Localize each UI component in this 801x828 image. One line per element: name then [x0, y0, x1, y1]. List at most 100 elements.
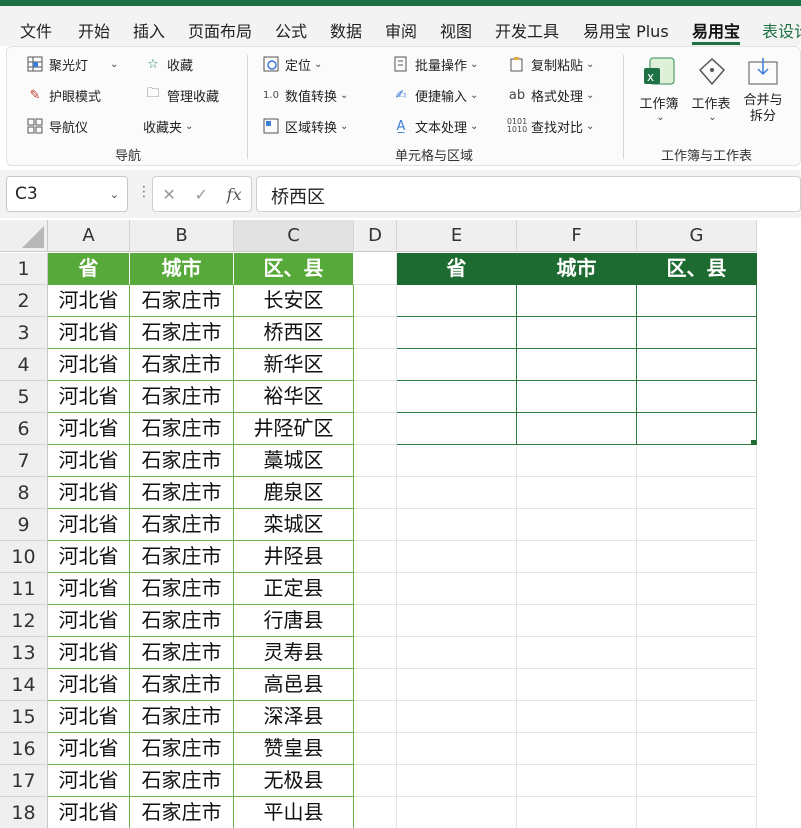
table2-cell[interactable]	[397, 349, 517, 381]
grid-cell[interactable]	[354, 349, 397, 381]
tab-insert[interactable]: 插入	[133, 18, 165, 42]
grid-cell[interactable]	[517, 509, 637, 541]
row-header[interactable]: 11	[0, 573, 48, 605]
row-header[interactable]: 9	[0, 509, 48, 541]
row-header[interactable]: 15	[0, 701, 48, 733]
grid-cell[interactable]	[354, 669, 397, 701]
grid-cell[interactable]	[354, 317, 397, 349]
grid-cell[interactable]	[517, 605, 637, 637]
table1-cell[interactable]: 行唐县	[234, 605, 354, 637]
grid-cell[interactable]	[354, 285, 397, 317]
table1-header-cell[interactable]: 城市	[130, 253, 234, 285]
column-header[interactable]: G	[637, 220, 757, 252]
grid-cell[interactable]	[354, 541, 397, 573]
column-header[interactable]: C	[234, 220, 354, 252]
tab-developer[interactable]: 开发工具	[495, 18, 559, 42]
table1-cell[interactable]: 石家庄市	[130, 573, 234, 605]
table2-header-cell[interactable]: 城市	[517, 253, 637, 285]
table2-cell[interactable]	[637, 349, 757, 381]
tab-home[interactable]: 开始	[78, 18, 110, 42]
row-header[interactable]: 17	[0, 765, 48, 797]
grid-cell[interactable]	[517, 733, 637, 765]
table1-cell[interactable]: 鹿泉区	[234, 477, 354, 509]
table2-cell[interactable]	[397, 317, 517, 349]
table1-cell[interactable]: 河北省	[48, 349, 130, 381]
table1-cell[interactable]: 赞皇县	[234, 733, 354, 765]
table2-cell[interactable]	[637, 413, 757, 445]
table2-cell[interactable]	[637, 317, 757, 349]
table1-cell[interactable]: 长安区	[234, 285, 354, 317]
grid-cell[interactable]	[354, 445, 397, 477]
table1-cell[interactable]: 桥西区	[234, 317, 354, 349]
column-header[interactable]: D	[354, 220, 397, 252]
grid-cell[interactable]	[397, 605, 517, 637]
table1-cell[interactable]: 石家庄市	[130, 797, 234, 828]
row-header[interactable]: 1	[0, 253, 48, 285]
table1-cell[interactable]: 石家庄市	[130, 541, 234, 573]
grid-cell[interactable]	[517, 541, 637, 573]
table1-cell[interactable]: 井陉县	[234, 541, 354, 573]
grid-cell[interactable]	[354, 797, 397, 828]
table2-cell[interactable]	[637, 381, 757, 413]
table1-cell[interactable]: 河北省	[48, 605, 130, 637]
grid-cell[interactable]	[517, 445, 637, 477]
formula-input[interactable]: 桥西区	[256, 176, 801, 212]
tab-data[interactable]: 数据	[330, 18, 362, 42]
manage-favorites-button[interactable]: 🗀 管理收藏	[143, 84, 219, 106]
tab-review[interactable]: 审阅	[385, 18, 417, 42]
grid-cell[interactable]	[637, 509, 757, 541]
range-convert-button[interactable]: 区域转换 ⌄	[261, 115, 348, 137]
table2-cell[interactable]	[637, 285, 757, 317]
table-resize-handle[interactable]	[751, 440, 756, 445]
tab-yiyongbao-plus[interactable]: 易用宝 Plus	[583, 18, 669, 42]
table1-cell[interactable]: 河北省	[48, 413, 130, 445]
table1-cell[interactable]: 井陉矿区	[234, 413, 354, 445]
grid-cell[interactable]	[397, 509, 517, 541]
locate-button[interactable]: 定位 ⌄	[261, 53, 322, 75]
table1-cell[interactable]: 河北省	[48, 317, 130, 349]
grid-cell[interactable]	[397, 637, 517, 669]
grid-cell[interactable]	[637, 541, 757, 573]
table1-cell[interactable]: 石家庄市	[130, 669, 234, 701]
table2-cell[interactable]	[397, 413, 517, 445]
grid-cell[interactable]	[397, 573, 517, 605]
batch-ops-button[interactable]: 批量操作 ⌄	[391, 53, 478, 75]
grid-cell[interactable]	[637, 701, 757, 733]
table2-header-cell[interactable]: 省	[397, 253, 517, 285]
row-header[interactable]: 16	[0, 733, 48, 765]
grid-cell[interactable]	[397, 669, 517, 701]
table1-cell[interactable]: 河北省	[48, 381, 130, 413]
grid-cell[interactable]	[397, 445, 517, 477]
grid-cell[interactable]	[517, 637, 637, 669]
table1-cell[interactable]: 河北省	[48, 797, 130, 828]
table1-cell[interactable]: 石家庄市	[130, 349, 234, 381]
row-header[interactable]: 3	[0, 317, 48, 349]
grid-cell[interactable]	[637, 797, 757, 828]
table1-cell[interactable]: 正定县	[234, 573, 354, 605]
merge-split-button[interactable]: 合并与 拆分	[739, 55, 787, 135]
grid-cell[interactable]	[354, 701, 397, 733]
grid-cell[interactable]	[354, 477, 397, 509]
table1-cell[interactable]: 河北省	[48, 669, 130, 701]
grid-cell[interactable]	[397, 541, 517, 573]
row-header[interactable]: 13	[0, 637, 48, 669]
table1-cell[interactable]: 平山县	[234, 797, 354, 828]
grid-cell[interactable]	[517, 701, 637, 733]
tab-view[interactable]: 视图	[440, 18, 472, 42]
table1-cell[interactable]: 河北省	[48, 733, 130, 765]
grid-cell[interactable]	[354, 637, 397, 669]
table1-cell[interactable]: 石家庄市	[130, 637, 234, 669]
grid-cell[interactable]	[637, 477, 757, 509]
table1-cell[interactable]: 河北省	[48, 573, 130, 605]
grid-cell[interactable]	[637, 733, 757, 765]
table1-cell[interactable]: 河北省	[48, 701, 130, 733]
workbook-button[interactable]: x 工作簿 ⌄	[635, 55, 683, 135]
row-header[interactable]: 18	[0, 797, 48, 828]
table1-cell[interactable]: 石家庄市	[130, 733, 234, 765]
name-box[interactable]: C3 ⌄	[6, 176, 128, 212]
table2-cell[interactable]	[517, 381, 637, 413]
cancel-icon[interactable]: ✕	[162, 185, 175, 204]
copy-paste-button[interactable]: 复制粘贴 ⌄	[507, 53, 594, 75]
table1-cell[interactable]: 石家庄市	[130, 381, 234, 413]
tab-yiyongbao[interactable]: 易用宝	[692, 18, 740, 42]
